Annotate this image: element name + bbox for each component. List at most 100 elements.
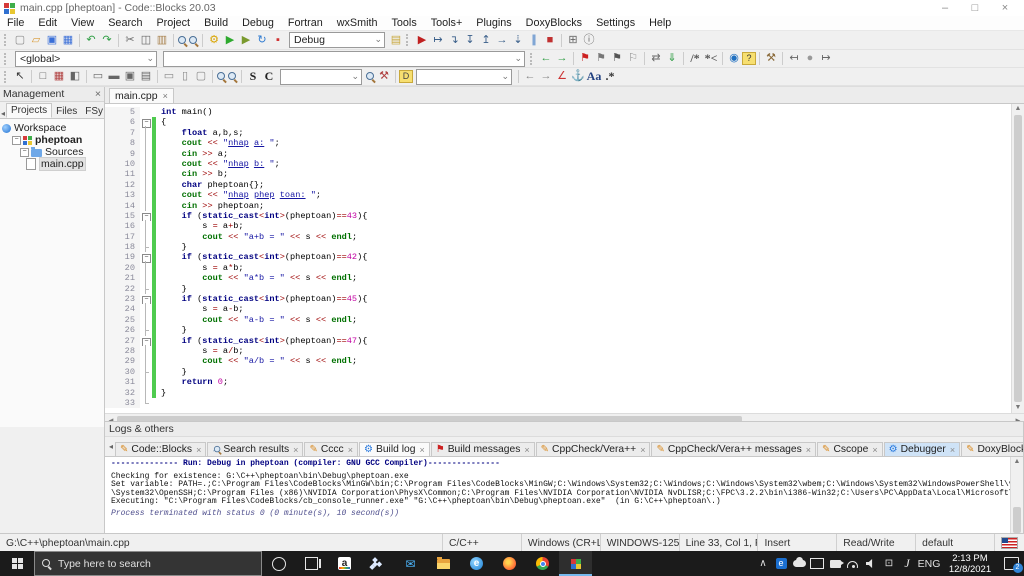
management-tab-fsy[interactable]: FSy (81, 105, 107, 118)
editor-tab-close-icon[interactable]: × (163, 91, 168, 101)
show-compile-target-icon[interactable]: ▤ (388, 33, 404, 48)
zoom-out-icon[interactable] (216, 71, 227, 82)
tab-close-icon[interactable]: × (640, 445, 645, 455)
toolbar-grip[interactable] (4, 52, 10, 65)
goto-forward-icon[interactable]: → (554, 51, 570, 66)
zoom-in-icon[interactable] (227, 71, 238, 82)
search-options-icon[interactable]: ⚒ (376, 69, 392, 84)
menu-item-settings[interactable]: Settings (589, 16, 642, 30)
file-explorer-button[interactable] (427, 551, 460, 576)
build-and-run-icon[interactable]: ▶ (238, 33, 254, 48)
tree-expander-icon[interactable]: − (20, 147, 29, 157)
source-letter-icon[interactable]: S (245, 69, 261, 84)
debug-info-icon[interactable]: ⓘ (581, 33, 597, 48)
class-letter-icon[interactable]: C (261, 69, 277, 84)
management-tab-projects[interactable]: Projects (6, 103, 53, 118)
regex-icon[interactable]: .* (602, 69, 618, 84)
menu-item-build[interactable]: Build (197, 16, 235, 30)
log-tab-cccc[interactable]: ✎ Cccc × (304, 442, 358, 456)
jump-dot-icon[interactable]: ● (802, 51, 818, 66)
build-target-select[interactable]: Debug ⌄ (289, 32, 385, 48)
layout-pane3-icon[interactable]: ▣ (122, 69, 138, 84)
run-icon[interactable]: ▶ (222, 33, 238, 48)
cortana-button[interactable] (262, 551, 295, 576)
log-tab-code-blocks[interactable]: ✎ Code::Blocks × (115, 442, 207, 456)
log-tab-cppcheck-vera-[interactable]: ✎ CppCheck/Vera++ × (535, 442, 651, 456)
debug-search-icon[interactable]: D (399, 70, 413, 83)
editor-vertical-scrollbar[interactable]: ▲ ▼ (1011, 104, 1024, 413)
next-instruction-icon[interactable]: → (494, 33, 510, 48)
stop-debugger-icon[interactable]: ■ (542, 33, 558, 48)
select-until-icon[interactable]: ⚓ (570, 69, 586, 84)
debugging-windows-icon[interactable]: ⊞ (565, 33, 581, 48)
match-case-icon[interactable]: Aa (586, 69, 602, 84)
edge-tray-icon[interactable]: e (772, 551, 790, 576)
pointer-icon[interactable]: ↖ (12, 69, 28, 84)
tab-close-icon[interactable]: × (196, 445, 201, 455)
menu-item-file[interactable]: File (0, 16, 31, 30)
toolbar-grip[interactable] (4, 70, 10, 83)
search-combo[interactable]: ⌄ (280, 68, 362, 85)
toggle-bookmark-icon[interactable]: ⚑ (577, 51, 593, 66)
toolbar-grip[interactable] (4, 34, 10, 46)
wxsmith-split-icon[interactable]: ◧ (67, 69, 83, 84)
build-target-select-arrow-icon[interactable]: ⌄ (374, 34, 382, 45)
code-editor[interactable]: 5 int main() 6−{7 float a,b,s; 8 cout << "n… (105, 104, 1011, 413)
editor-vscroll-thumb[interactable] (1014, 115, 1022, 402)
build-log-output[interactable]: -------------- Run: Debug in pheptoan (c… (105, 457, 1010, 534)
menu-item-view[interactable]: View (64, 16, 101, 30)
log-tab-search-results[interactable]: ⌕ Search results × (207, 442, 304, 456)
next-bookmark-icon[interactable]: ⚑ (609, 51, 625, 66)
close-button[interactable]: × (990, 0, 1020, 16)
toolbar-grip[interactable] (406, 34, 412, 46)
tree-expander-icon[interactable]: − (12, 135, 21, 145)
tree-item-maincpp[interactable]: main.cpp (2, 157, 104, 171)
start-button[interactable] (0, 551, 34, 576)
tab-close-icon[interactable]: × (348, 445, 353, 455)
undo-icon[interactable]: ↶ (83, 33, 99, 48)
clear-bookmarks-icon[interactable]: ⚐ (625, 51, 641, 66)
settings-wrench-icon[interactable]: ⚒ (763, 51, 779, 66)
tab-close-icon[interactable]: × (872, 445, 877, 455)
mail-button[interactable]: ✉ (394, 551, 427, 576)
debug-continue-icon[interactable]: ▶ (414, 33, 430, 48)
menu-item-search[interactable]: Search (101, 16, 149, 30)
wxsmith-panel-icon[interactable]: □ (35, 69, 51, 84)
menu-item-edit[interactable]: Edit (31, 16, 64, 30)
notification-center-button[interactable]: 2 (998, 551, 1024, 576)
management-close-icon[interactable]: × (95, 88, 101, 100)
stream-comment-icon[interactable]: *< (703, 51, 719, 66)
tab-close-icon[interactable]: × (293, 445, 298, 455)
tab-close-icon[interactable]: × (950, 445, 955, 455)
chrome-button[interactable] (526, 551, 559, 576)
taskbar-clock[interactable]: 2:13 PM 12/8/2021 (942, 553, 998, 575)
tab-close-icon[interactable]: × (419, 445, 424, 455)
cut-icon[interactable]: ✂ (122, 33, 138, 48)
symbol-select[interactable]: ⌄ (163, 50, 525, 67)
symbol-select-arrow-icon[interactable]: ⌄ (514, 53, 522, 64)
minimize-button[interactable]: – (930, 0, 960, 16)
build-icon[interactable]: ⚙ (206, 33, 222, 48)
jump-back-icon[interactable]: ↤ (786, 51, 802, 66)
menu-item-wxsmith[interactable]: wxSmith (330, 16, 385, 30)
search-page-icon[interactable] (365, 71, 376, 82)
log-tab-doxyblocks[interactable]: ✎DoxyBlocks× (961, 442, 1023, 456)
menu-item-tools[interactable]: Tools (385, 16, 424, 30)
task-view-button[interactable] (295, 551, 328, 576)
menu-item-tools[interactable]: Tools+ (424, 16, 470, 30)
layout-pane1-icon[interactable]: ▭ (90, 69, 106, 84)
menu-item-project[interactable]: Project (149, 16, 197, 30)
log-scroll-up-icon[interactable]: ▲ (1014, 457, 1021, 467)
menu-item-plugins[interactable]: Plugins (469, 16, 518, 30)
next-line-icon[interactable]: ↴ (446, 33, 462, 48)
log-tab-scroll-left-icon[interactable]: ◂ (107, 442, 115, 451)
display-icon[interactable] (808, 551, 826, 576)
tab-close-icon[interactable]: × (806, 445, 811, 455)
menu-item-doxyblocks[interactable]: DoxyBlocks (519, 16, 589, 30)
volume-icon[interactable] (862, 551, 880, 576)
edge-button[interactable]: e (460, 551, 493, 576)
management-tab-files[interactable]: Files (52, 105, 81, 118)
sizer-v-icon[interactable]: ▯ (177, 69, 193, 84)
menu-item-debug[interactable]: Debug (235, 16, 281, 30)
hidden-icons-chevron[interactable]: ∧ (754, 551, 772, 576)
